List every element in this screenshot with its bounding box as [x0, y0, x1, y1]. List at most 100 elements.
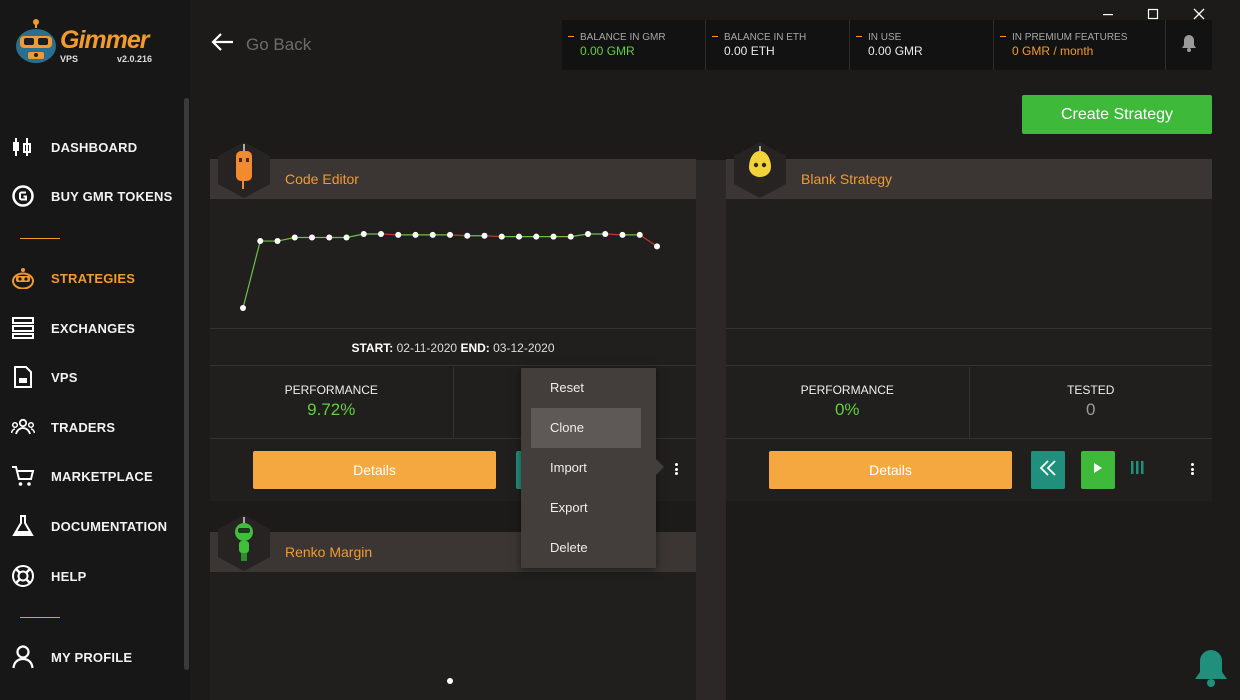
nav-dashboard[interactable]: DASHBOARD — [0, 127, 182, 167]
nav-label: EXCHANGES — [51, 320, 136, 336]
balance-title: IN USE — [868, 32, 902, 43]
maximize-button[interactable] — [1143, 8, 1163, 24]
background-globe-line — [696, 160, 726, 700]
create-strategy-button[interactable]: Create Strategy — [1022, 95, 1212, 134]
details-button[interactable]: Details — [253, 451, 496, 489]
gmr-token-icon — [11, 184, 35, 208]
minimize-icon — [1102, 7, 1114, 25]
chart-point — [343, 234, 350, 241]
lifebuoy-icon — [11, 564, 35, 588]
menu-item-export[interactable]: Export — [531, 488, 641, 528]
close-button[interactable] — [1189, 8, 1209, 24]
performance-stat: PERFORMANCE 9.72% — [210, 367, 454, 438]
details-button[interactable]: Details — [769, 451, 1012, 489]
minimize-button[interactable] — [1098, 8, 1118, 24]
nav-buy-gmr-tokens[interactable]: BUY GMR TOKENS — [0, 176, 182, 216]
go-back-button[interactable]: Go Back — [210, 32, 311, 57]
app-name: Gimmer — [60, 26, 149, 54]
bell-icon — [1194, 650, 1228, 692]
card-header — [210, 159, 696, 199]
chart-point — [447, 231, 453, 238]
balance-gmr: BALANCE IN GMR 0.00 GMR — [562, 20, 706, 70]
chart-point — [412, 231, 419, 238]
menu-item-import[interactable]: Import — [531, 448, 641, 488]
menu-pointer — [656, 459, 664, 475]
nav-label: VPS — [51, 369, 78, 385]
chart-point — [395, 231, 402, 238]
users-icon — [11, 415, 35, 439]
chart-point — [240, 305, 246, 311]
sd-card-icon — [11, 365, 35, 389]
nav-label: DASHBOARD — [51, 139, 138, 155]
chart-point — [481, 232, 488, 239]
nav-my-profile[interactable]: MY PROFILE — [0, 637, 182, 677]
backtest-button[interactable] — [1031, 451, 1065, 489]
performance-label: PERFORMANCE — [284, 383, 378, 397]
chart-point — [498, 233, 505, 240]
nav-exchanges[interactable]: EXCHANGES — [0, 308, 182, 348]
stats-row: PERFORMANCE 0% TESTED 0 — [726, 367, 1212, 439]
bars-icon — [1130, 460, 1144, 481]
balance-in-use: IN USE 0.00 GMR — [850, 20, 994, 70]
nav-label: BUY GMR TOKENS — [51, 188, 173, 204]
balance-title: IN PREMIUM FEATURES — [1012, 32, 1128, 43]
chart-point — [447, 678, 453, 684]
nav-label: MARKETPLACE — [51, 468, 153, 484]
candlestick-icon — [11, 135, 35, 159]
nav-strategies[interactable]: STRATEGIES — [0, 258, 182, 298]
chart-point — [602, 231, 609, 237]
performance-chart-svg — [240, 231, 660, 311]
nav-traders[interactable]: TRADERS — [0, 407, 182, 447]
chart-point — [654, 243, 660, 250]
performance-chart-empty — [726, 199, 1212, 329]
sidebar: Gimmer VPS v2.0.216 DASHBOARD BUY GMR TO… — [0, 0, 190, 700]
balance-panel: BALANCE IN GMR 0.00 GMR BALANCE IN ETH 0… — [562, 20, 1212, 70]
chart-point — [619, 231, 626, 238]
tested-stat: TESTED 0 — [970, 367, 1213, 438]
nav-marketplace[interactable]: MARKETPLACE — [0, 456, 182, 496]
balance-title: BALANCE IN GMR — [580, 32, 666, 43]
balance-value: 0.00 ETH — [724, 44, 775, 58]
top-bar: Go Back BALANCE IN GMR 0.00 GMR BALANCE … — [190, 0, 1240, 90]
floating-notification-button[interactable] — [1194, 648, 1228, 688]
chart-segment — [242, 240, 261, 309]
nav-label: MY PROFILE — [51, 649, 133, 665]
nav-separator — [20, 238, 60, 239]
chart-point — [291, 234, 298, 241]
nav-separator — [20, 617, 60, 618]
balance-eth: BALANCE IN ETH 0.00 ETH — [706, 20, 850, 70]
nav-help[interactable]: HELP — [0, 556, 182, 596]
sidebar-scrollbar[interactable] — [184, 98, 189, 670]
performance-chart-renko — [447, 678, 453, 684]
nav-label: HELP — [51, 568, 87, 584]
chart-segment — [639, 234, 658, 247]
robot-icon — [11, 266, 35, 290]
chart-point — [464, 232, 471, 239]
date-range: START: 02-11-2020 END: 03-12-2020 — [210, 330, 696, 366]
go-back-label: Go Back — [246, 34, 312, 54]
bars-button[interactable] — [1128, 451, 1146, 489]
menu-item-clone[interactable]: Clone — [531, 408, 641, 448]
more-options-button[interactable] — [1187, 459, 1197, 479]
strategy-card-blank-strategy: Blank Strategy PERFORMANCE 0% TESTED 0 D… — [726, 142, 1212, 501]
chart-point — [533, 233, 540, 240]
chart-point — [550, 233, 557, 240]
end-date: 03-12-2020 — [493, 341, 555, 355]
arrow-left-icon — [210, 32, 234, 57]
balance-title: BALANCE IN ETH — [724, 32, 807, 43]
menu-item-delete[interactable]: Delete — [531, 528, 641, 568]
chart-point — [585, 231, 591, 237]
performance-chart — [210, 199, 696, 329]
user-icon — [11, 645, 35, 669]
menu-item-reset[interactable]: Reset — [531, 368, 641, 408]
app-sub: VPS — [60, 54, 79, 64]
chart-point — [636, 231, 643, 238]
notifications-button[interactable] — [1166, 20, 1212, 70]
card-title: Blank Strategy — [801, 171, 893, 187]
nav-vps[interactable]: VPS — [0, 357, 182, 397]
balance-value: 0.00 GMR — [580, 44, 635, 58]
nav-documentation[interactable]: DOCUMENTATION — [0, 506, 182, 546]
more-options-button[interactable] — [671, 459, 681, 479]
nav-label: STRATEGIES — [51, 270, 136, 286]
run-button[interactable] — [1081, 451, 1115, 489]
